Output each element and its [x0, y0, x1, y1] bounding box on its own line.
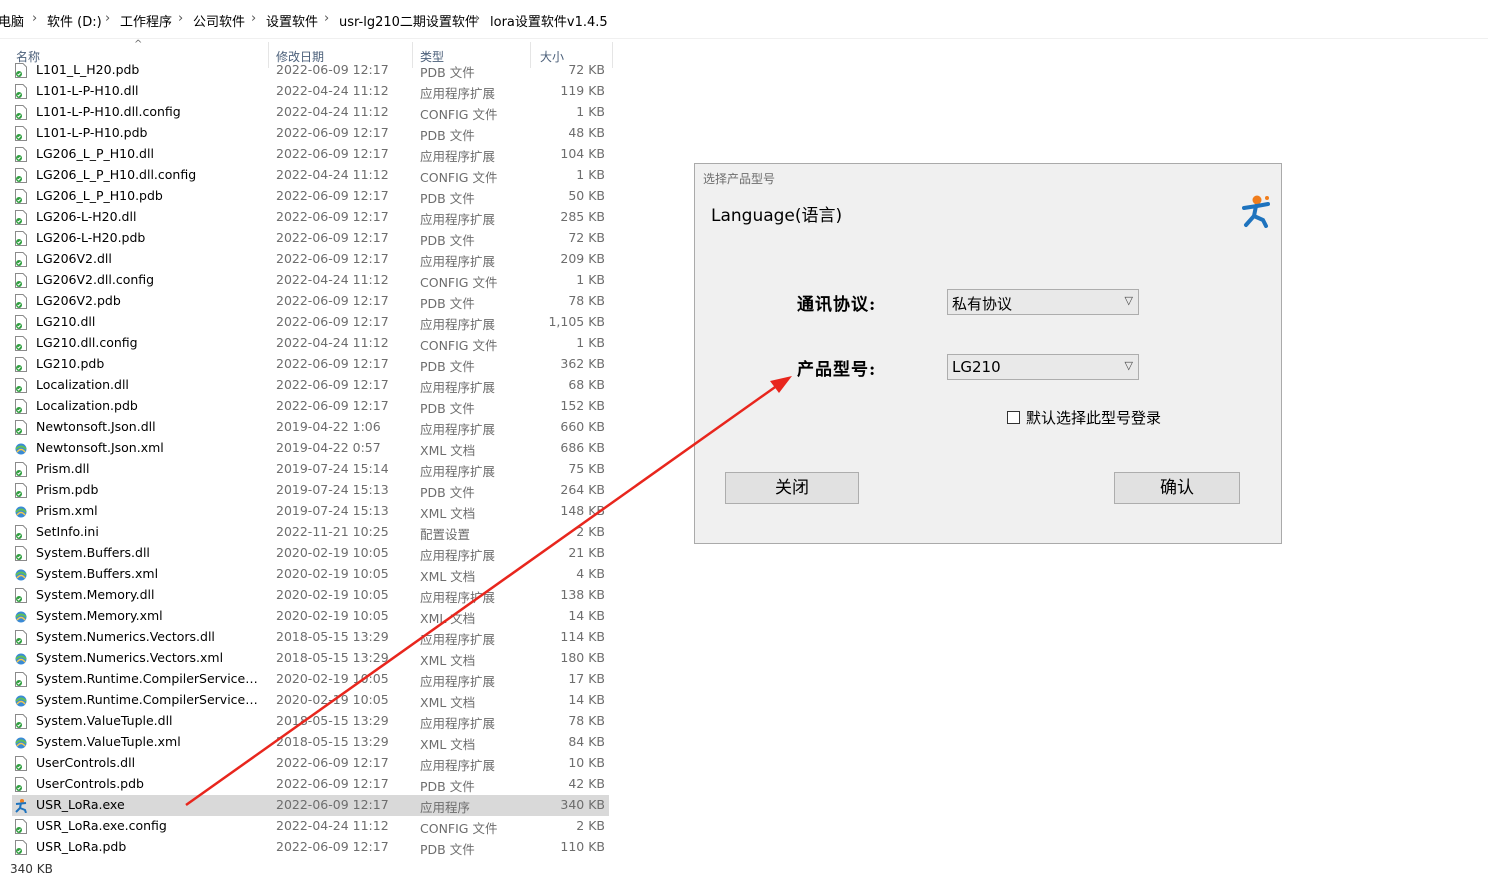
annotation-arrow-head	[770, 376, 792, 393]
annotation-arrow-line	[185, 383, 779, 807]
annotation-arrow	[185, 376, 792, 807]
